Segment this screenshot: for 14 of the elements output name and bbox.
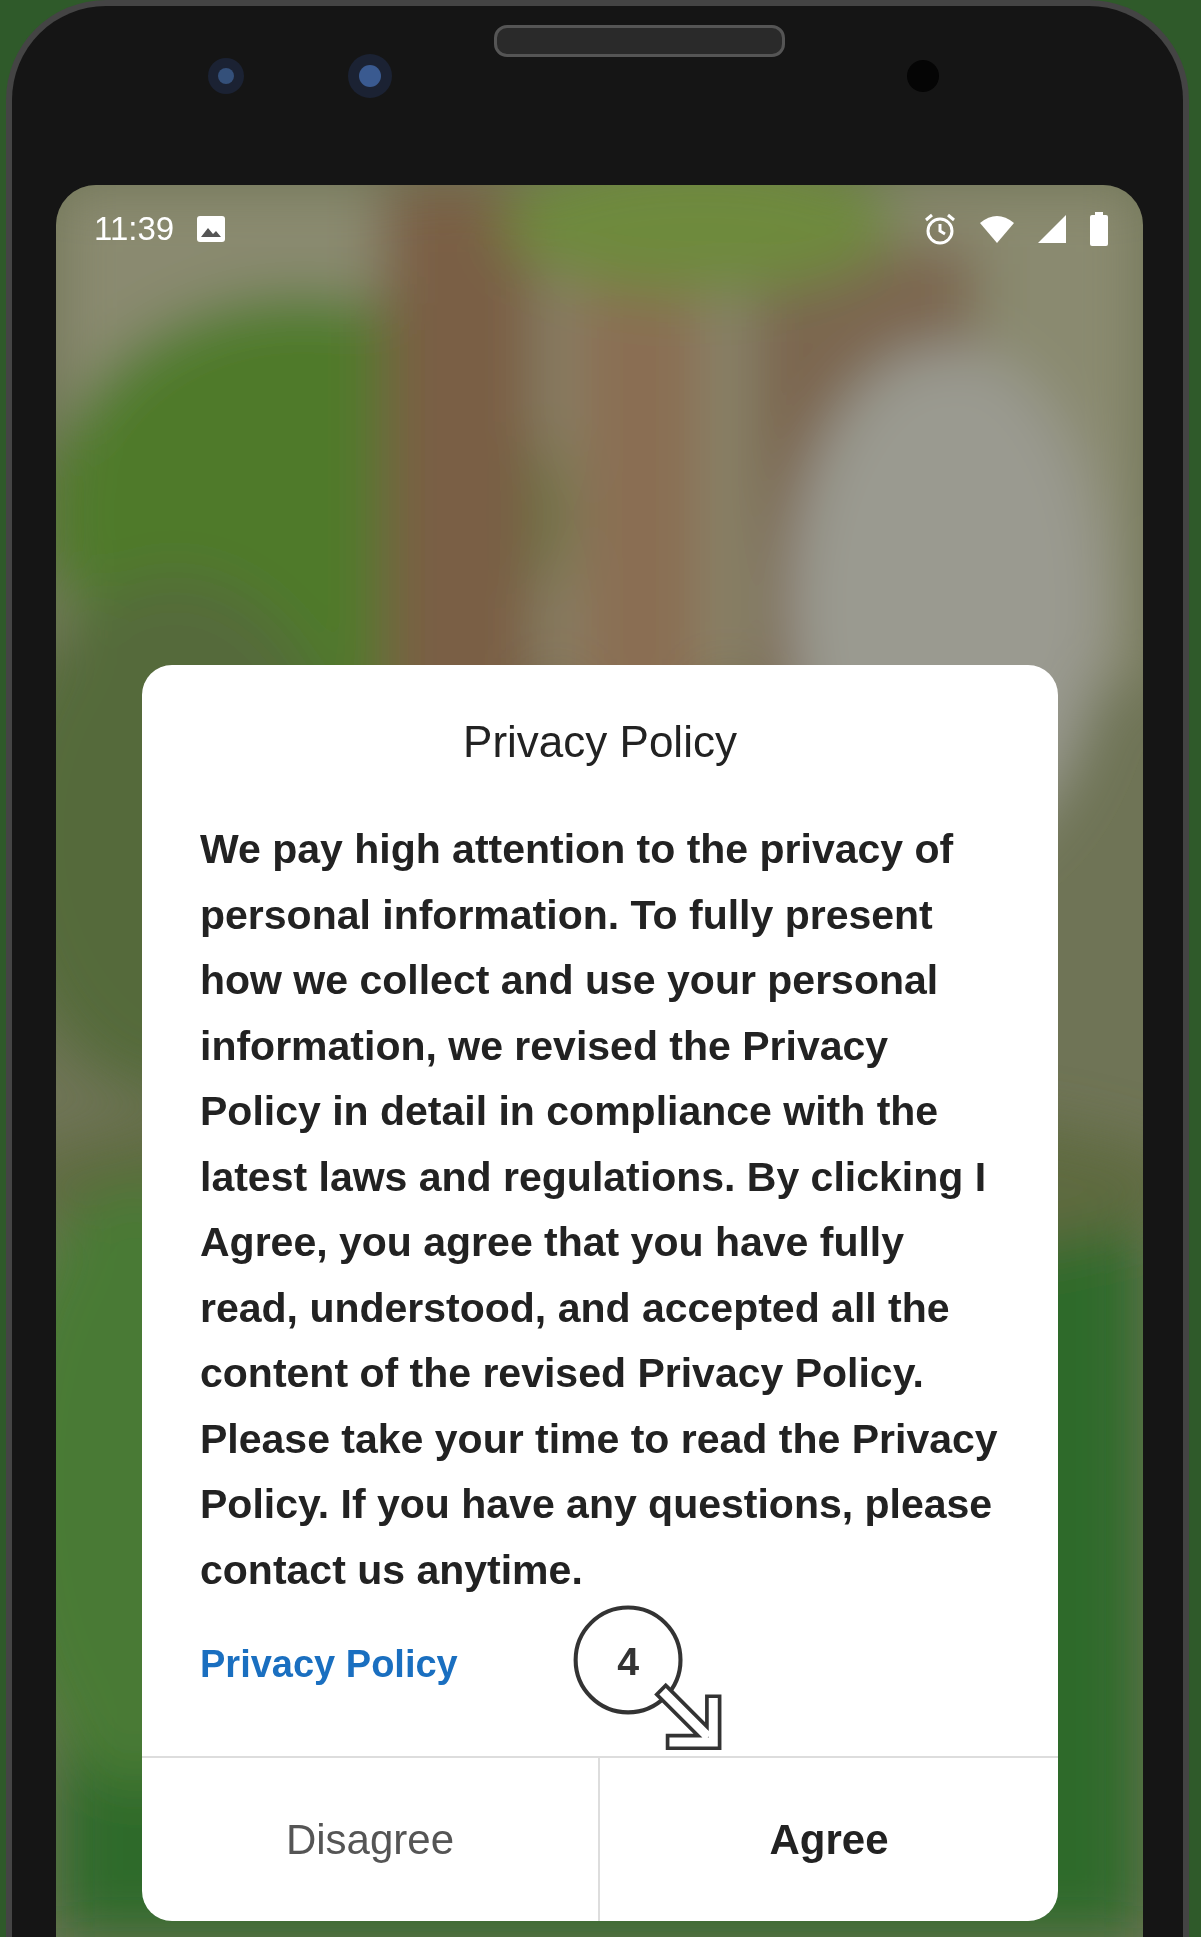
wifi-icon (979, 214, 1015, 244)
privacy-policy-link[interactable]: Privacy Policy (200, 1643, 458, 1686)
alarm-icon (923, 212, 957, 246)
image-icon (196, 215, 227, 243)
signal-icon (1037, 214, 1067, 244)
battery-icon (1089, 212, 1109, 246)
disagree-button[interactable]: Disagree (142, 1758, 600, 1921)
camera-icon (346, 51, 394, 100)
status-time: 11:39 (94, 210, 175, 248)
policy-text: We pay high attention to the privacy of personal information. To fully present how we collect and use your personal information, we revised the Privacy Policy in detail in compliance with the latest laws and regulations. By clicking I Agree, you agree that you have fully read, understood, and accepted all the content of the revised Privacy Policy. Please take your time to read the Privacy Policy. If you have any questions, please contact us anytime. (200, 825, 999, 1595)
agree-button[interactable]: Agree (600, 1758, 1058, 1921)
camera-icon (206, 55, 246, 96)
step-number: 4 (617, 1638, 639, 1683)
dialog-title: Privacy Policy (463, 716, 737, 767)
